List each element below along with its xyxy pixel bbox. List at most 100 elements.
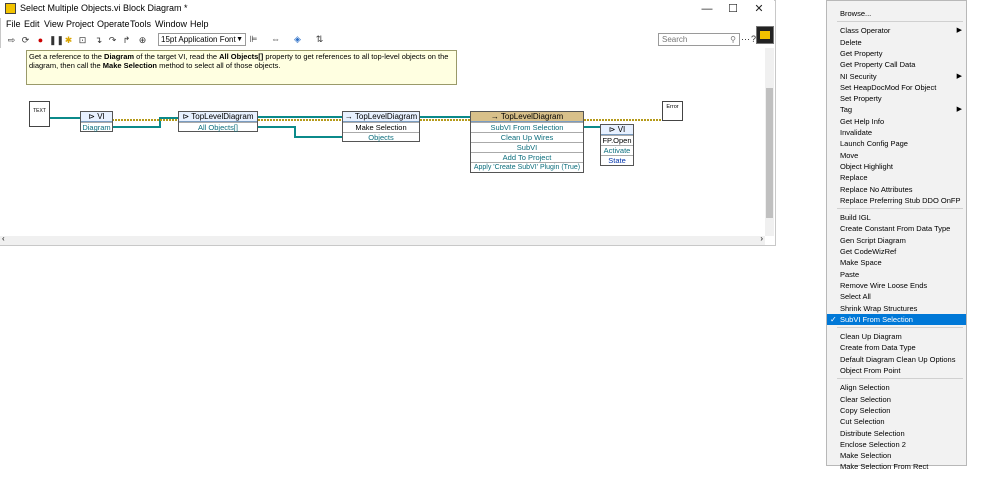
node-property-fp-open[interactable]: FP.Open (601, 135, 633, 145)
menu-item-distribute-selection[interactable]: Distribute Selection (827, 428, 966, 439)
menu-item-invalidate[interactable]: Invalidate (827, 127, 966, 138)
menu-item-paste[interactable]: Paste (827, 269, 966, 280)
menu-item-label: Replace No Attributes (840, 184, 913, 194)
menu-item-shrink-wrap-structures[interactable]: Shrink Wrap Structures (827, 303, 966, 314)
node-param-objects[interactable]: Objects (343, 132, 419, 142)
menu-item-label: Browse... (840, 9, 872, 18)
menu-item-object-from-point[interactable]: Object From Point (827, 365, 966, 376)
menu-item-get-help-info[interactable]: Get Help Info (827, 116, 966, 127)
submenu-arrow-icon: ▶ (956, 27, 962, 35)
node-param-clean-up-wires[interactable]: Clean Up Wires (471, 132, 583, 142)
menu-item-make-space[interactable]: Make Space (827, 257, 966, 268)
menu-item-label: Object From Point (840, 366, 901, 375)
menu-item-label: Select All (840, 292, 871, 302)
node-method-subvi-from-selection[interactable]: SubVI From Selection (471, 122, 583, 132)
menu-item-label: Replace Preferring Stub DDO OnFP (840, 195, 961, 205)
node-param-add-to-project[interactable]: Add To Project (471, 152, 583, 162)
toplevel-diagram-property-node[interactable]: ⊳ TopLevelDiagram All Objects[] (178, 111, 258, 132)
menu-separator (837, 21, 963, 23)
menu-item-label: Paste (840, 269, 860, 279)
vi-property-node[interactable]: ⊳ VI Diagram (80, 111, 113, 132)
menu-item-label: Remove Wire Loose Ends (840, 280, 928, 290)
node-header: ⊳ VI (601, 125, 633, 135)
menu-item-replace-no-attributes[interactable]: Replace No Attributes (827, 184, 966, 195)
menu-item-remove-wire-loose-ends[interactable]: Remove Wire Loose Ends (827, 280, 966, 291)
menu-item-replace[interactable]: Replace (827, 172, 966, 183)
menu-item-build-igl[interactable]: Build IGL (827, 212, 966, 223)
menu-item-align-selection[interactable]: Align Selection (827, 382, 966, 393)
menu-item-set-heapdocmod-for-object[interactable]: Set HeapDocMod For Object (827, 82, 966, 93)
checkmark-icon: ✓ (830, 314, 837, 324)
vi-front-panel-property-node[interactable]: ⊳ VI FP.Open Activate State (600, 124, 634, 166)
node-param-subvi[interactable]: SubVI (471, 142, 583, 152)
menu-item-get-codewizref[interactable]: Get CodeWizRef (827, 246, 966, 257)
menu-item-get-property-call-data[interactable]: Get Property Call Data (827, 59, 966, 70)
wire-objects-array[interactable] (258, 126, 342, 138)
node-param-activate[interactable]: Activate (601, 145, 633, 155)
menu-item-label: Copy Selection (840, 405, 891, 415)
menu-item-label: Class Operator (840, 26, 891, 36)
node-class-label: TopLevelDiagram (354, 112, 418, 121)
error-out-label: Error (666, 104, 679, 110)
menu-item-subvi-from-selection[interactable]: ✓ SubVI From Selection (827, 313, 966, 325)
node-param-apply-plugin[interactable]: Apply 'Create SubVI' Plugin (True) (471, 162, 583, 172)
menu-item-label: Create Constant From Data Type (840, 224, 951, 234)
menu-item-replace-preferring-stub-ddo-onfp[interactable]: Replace Preferring Stub DDO OnFP (827, 195, 966, 206)
menu-item-label: Align Selection (840, 383, 890, 393)
menu-item-enclose-selection-2[interactable]: Enclose Selection 2 (827, 439, 966, 450)
menu-item-delete[interactable]: Delete (827, 37, 966, 48)
context-menu: Browse... Class Operator ▶ Delete Get Proper… (826, 0, 967, 471)
text-constant-label: TEXT (33, 108, 46, 114)
menu-item-create-constant-from-data-type[interactable]: Create Constant From Data Type (827, 223, 966, 234)
node-class-label: TopLevelDiagram (500, 112, 564, 121)
menu-item-copy-selection[interactable]: Copy Selection (827, 405, 966, 416)
menu-item-cut-selection[interactable]: Cut Selection (827, 416, 966, 427)
vi-path-constant[interactable]: TEXT (29, 101, 50, 127)
node-method-make-selection[interactable]: Make Selection (343, 122, 419, 132)
menu-item-clear-selection[interactable]: Clear Selection (827, 394, 966, 405)
menu-item-label: NI Security (840, 71, 877, 81)
menu-item-make-selection-from-rect[interactable]: Make Selection From Rect (827, 461, 966, 472)
node-class-label: VI (97, 112, 105, 121)
menu-item-select-all[interactable]: Select All (827, 291, 966, 302)
menu-item-label: Shrink Wrap Structures (840, 303, 918, 313)
menu-item-get-property[interactable]: Get Property (827, 48, 966, 59)
menu-item-label: Enclose Selection 2 (840, 439, 906, 449)
node-property-diagram[interactable]: Diagram (81, 122, 112, 132)
background-window-edge (966, 150, 974, 200)
menu-item-make-selection[interactable]: Make Selection (827, 450, 966, 461)
node-header: ⊳ TopLevelDiagram (179, 112, 257, 122)
node-header: → TopLevelDiagram (343, 112, 419, 122)
menu-item-label: Create from Data Type (840, 343, 916, 353)
menu-item-ni-security[interactable]: NI Security ▶ (827, 71, 966, 82)
menu-item-gen-script-diagram[interactable]: Gen Script Diagram (827, 235, 966, 246)
menu-item-object-highlight[interactable]: Object Highlight (827, 161, 966, 172)
menu-item-tag[interactable]: Tag ▶ (827, 104, 966, 115)
node-header: ⊳ VI (81, 112, 112, 122)
menu-item-move[interactable]: Move (827, 150, 966, 161)
menu-item-label: Replace (840, 173, 868, 183)
menu-item-create-from-data-type[interactable]: Create from Data Type (827, 342, 966, 353)
subvi-from-selection-invoke-node[interactable]: → TopLevelDiagram SubVI From Selection C… (470, 111, 584, 173)
menu-item-label: Clean Up Diagram (840, 332, 902, 342)
error-out-indicator[interactable]: Error (662, 101, 683, 121)
menu-item-label: Get Property Call Data (840, 60, 916, 70)
make-selection-invoke-node[interactable]: → TopLevelDiagram Make Selection Objects (342, 111, 420, 142)
menu-item-set-property[interactable]: Set Property (827, 93, 966, 104)
menu-item-label: Get CodeWizRef (840, 247, 897, 256)
menu-item-label: Distribute Selection (840, 428, 905, 438)
node-class-label: VI (617, 125, 626, 134)
menu-item-default-diagram-clean-up-options[interactable]: Default Diagram Clean Up Options (827, 354, 966, 365)
menu-item-browse[interactable]: Browse... (827, 8, 966, 19)
menu-separator (837, 327, 963, 329)
menu-item-launch-config-page[interactable]: Launch Config Page (827, 138, 966, 149)
menu-item-class-operator[interactable]: Class Operator ▶ (827, 25, 966, 36)
menu-item-label: Set Property (840, 94, 882, 104)
menu-item-label: Build IGL (840, 213, 871, 223)
submenu-arrow-icon: ▶ (956, 72, 962, 80)
node-property-all-objects[interactable]: All Objects[] (179, 122, 257, 132)
node-param-state[interactable]: State (601, 155, 633, 165)
menu-item-clean-up-diagram[interactable]: Clean Up Diagram (827, 331, 966, 342)
menu-item-label: Tag (840, 105, 853, 115)
menu-item-label: Cut Selection (840, 417, 885, 427)
